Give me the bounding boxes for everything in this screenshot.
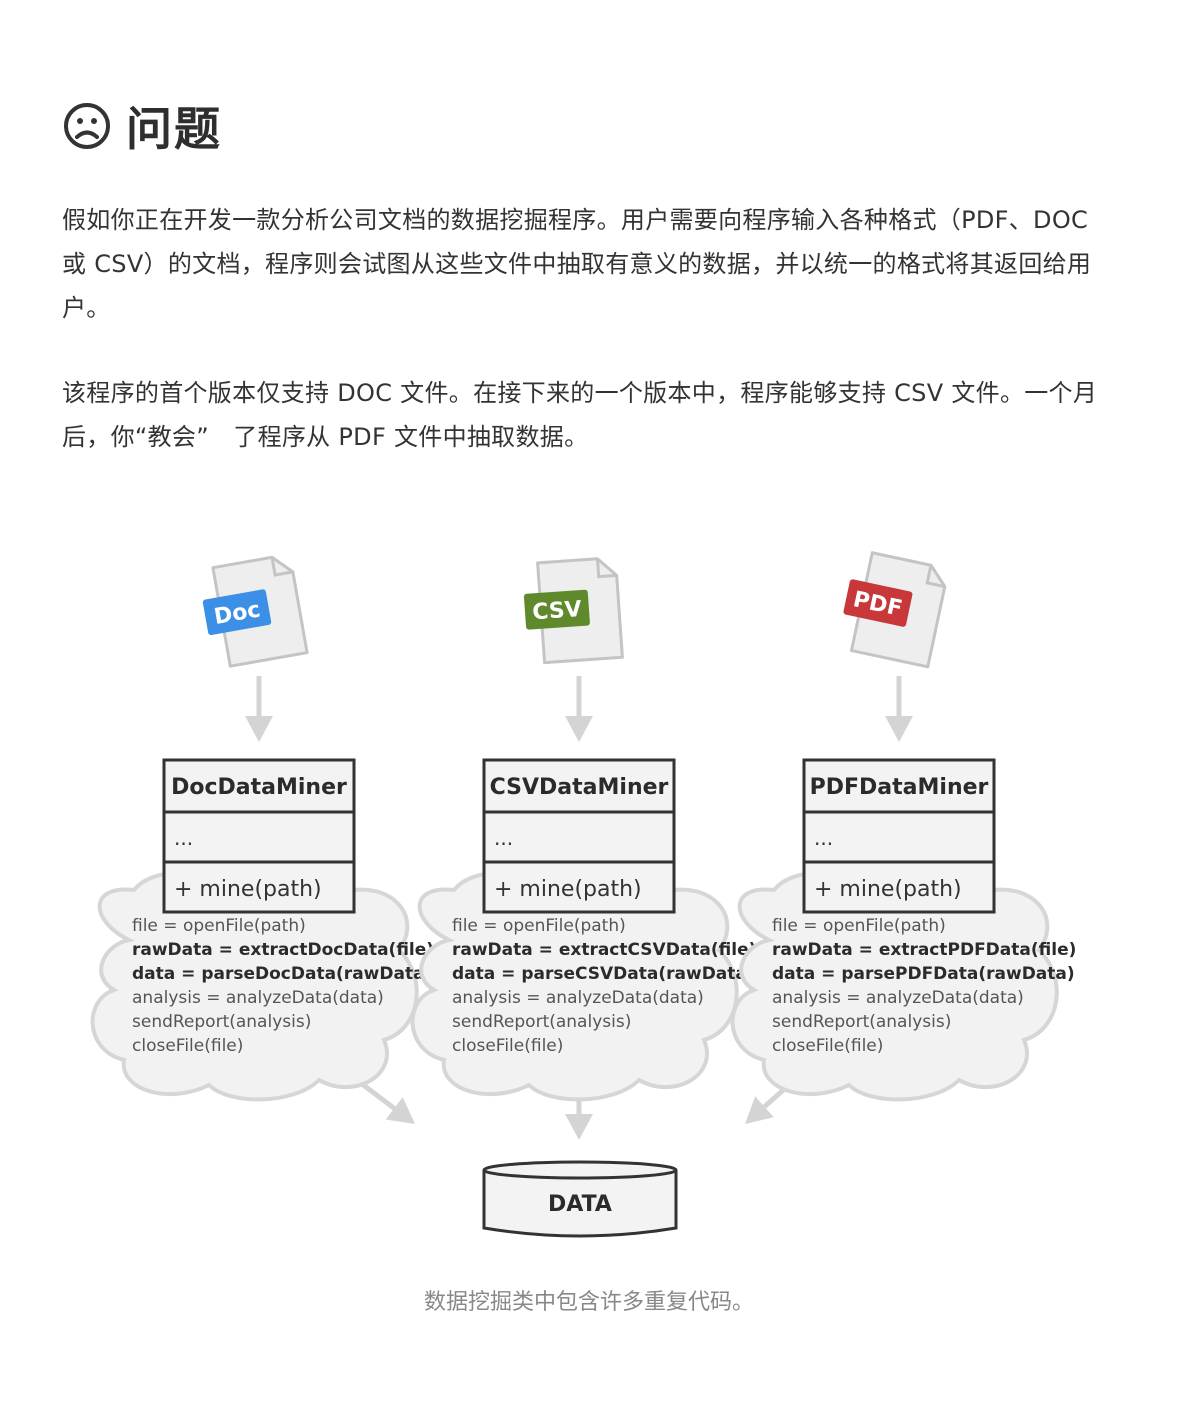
csv-class-box: CSVDataMiner... + mine(path): [482, 758, 676, 914]
doc-class-name: DocDataMiner: [171, 775, 347, 800]
paragraph-history: 该程序的首个版本仅支持 DOC 文件。在接下来的一个版本中，程序能够支持 CSV…: [62, 379, 1098, 451]
arrow-doc-file-to-class: [245, 676, 273, 742]
csv-code-line: file = openFile(path): [452, 916, 626, 936]
doc-code-line: sendReport(analysis): [132, 1012, 311, 1032]
pdf-code-line: rawData = extractPDFData(file): [772, 940, 1076, 960]
csv-class-name: CSVDataMiner: [490, 775, 669, 800]
csv-code-line: data = parseCSVData(rawData): [452, 964, 755, 984]
data-miner-diagram: Doc file = openFile(path) rawData = extrac…: [90, 551, 1076, 1238]
pdf-class-name: PDFDataMiner: [810, 775, 989, 800]
page-title: 问题: [126, 102, 222, 156]
doc-class-box: DocDataMiner... + mine(path): [162, 758, 356, 914]
doc-class-method: + mine(path): [174, 877, 322, 902]
pdf-class-method: + mine(path): [814, 877, 962, 902]
figure-caption: 数据挖掘类中包含许多重复代码。: [423, 1290, 754, 1315]
section-heading: 问题: [62, 96, 222, 156]
csv-code-line: analysis = analyzeData(data): [452, 988, 704, 1008]
pdf-code-line: data = parsePDFData(rawData): [772, 964, 1075, 984]
csv-code-line: closeFile(file): [452, 1036, 563, 1056]
csv-code-line: sendReport(analysis): [452, 1012, 631, 1032]
doc-code-line: rawData = extractDocData(file): [132, 940, 434, 960]
doc-code-line: data = parseDocData(rawData): [132, 964, 432, 984]
doc-code-line: file = openFile(path): [132, 916, 306, 936]
arrow-csv-file-to-class: [565, 676, 593, 742]
data-storage: DATA: [482, 1160, 678, 1238]
doc-file-icon: Doc: [202, 555, 309, 668]
csv-class-method: + mine(path): [494, 877, 642, 902]
pdf-class-fields: ...: [814, 826, 833, 850]
csv-class-fields: ...: [494, 826, 513, 850]
csv-badge-label: CSV: [531, 597, 582, 625]
doc-class-fields: ...: [174, 826, 193, 850]
pdf-file-icon: PDF: [843, 551, 947, 669]
pdf-code-line: analysis = analyzeData(data): [772, 988, 1024, 1008]
pdf-code-line: closeFile(file): [772, 1036, 883, 1056]
pdf-class-box: PDFDataMiner... + mine(path): [802, 758, 996, 914]
sad-face-icon: [64, 103, 110, 149]
data-storage-label: DATA: [548, 1192, 612, 1217]
doc-code-line: analysis = analyzeData(data): [132, 988, 384, 1008]
csv-code-line: rawData = extractCSVData(file): [452, 940, 756, 960]
csv-file-icon: CSV: [523, 557, 624, 665]
arrow-pdf-file-to-class: [885, 676, 913, 742]
doc-code-line: closeFile(file): [132, 1036, 243, 1056]
pdf-code-line: sendReport(analysis): [772, 1012, 951, 1032]
paragraph-intro: 假如你正在开发一款分析公司文档的数据挖掘程序。用户需要向程序输入各种格式（PDF…: [62, 206, 1092, 322]
pdf-code-line: file = openFile(path): [772, 916, 946, 936]
